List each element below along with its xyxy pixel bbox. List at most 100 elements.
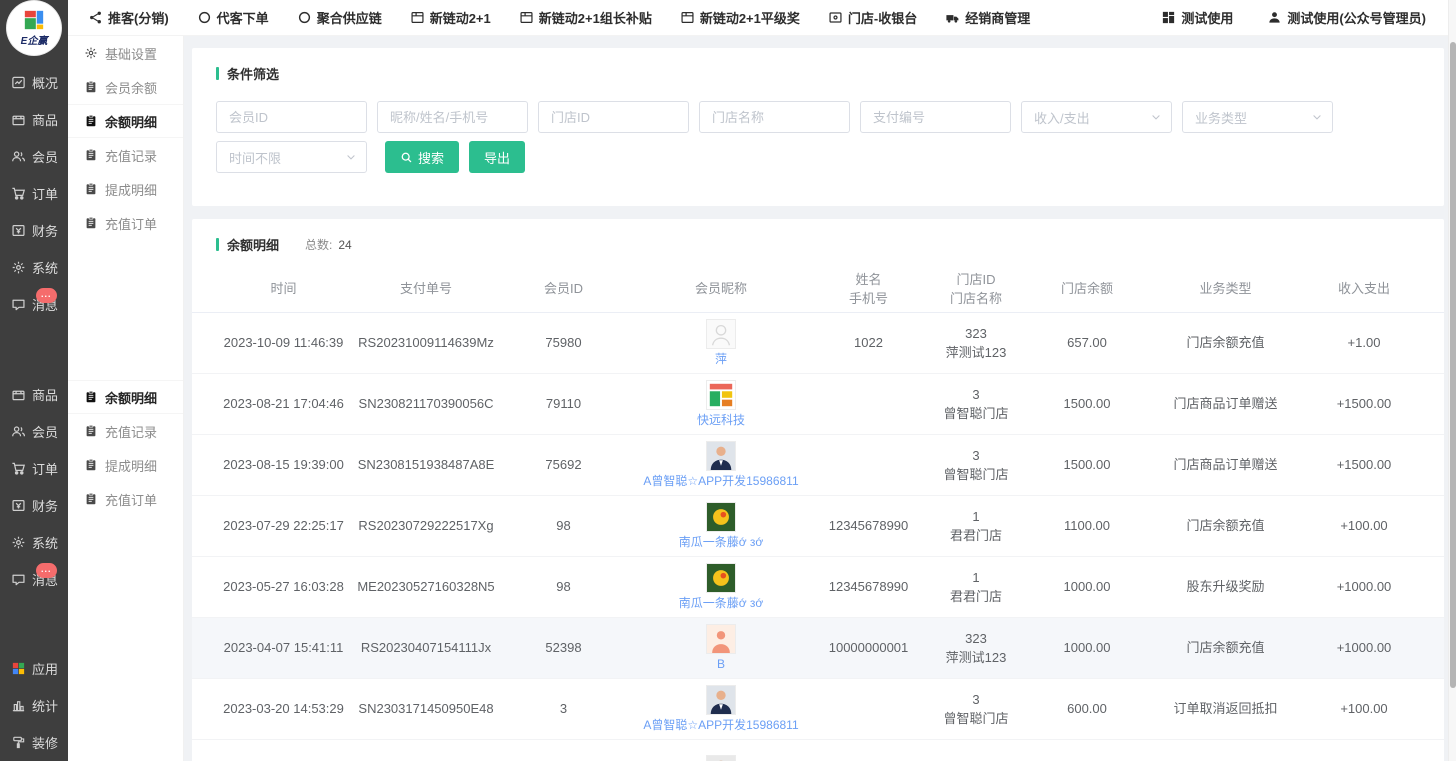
- subsidebar-item-label: 余额明细: [105, 388, 157, 407]
- member-nickname-link[interactable]: A曾智聪☆APP开发15986811: [643, 718, 798, 732]
- sidebar-item-apps[interactable]: 应用: [0, 650, 68, 687]
- sidebar-item-system[interactable]: 系统: [0, 249, 68, 286]
- member-nickname-link[interactable]: 萍: [715, 352, 727, 366]
- income-expense-select[interactable]: 收入/支出: [1021, 101, 1172, 133]
- subsidebar-item-recharge-orders[interactable]: 充值订单: [68, 482, 183, 516]
- ring-icon: [297, 10, 312, 25]
- topbar-menu-item[interactable]: 推客(分销): [88, 8, 169, 27]
- subsidebar-item-commission-detail[interactable]: 提成明细: [68, 172, 183, 206]
- topbar-menu-item[interactable]: 新链动2+1: [410, 8, 491, 27]
- app-logo[interactable]: E企赢: [7, 1, 61, 55]
- cell-payment-no: ME20230527160328N5: [351, 577, 501, 597]
- topbar-menu-item[interactable]: 门店-收银台: [828, 8, 917, 27]
- cell-store: 3曾智聪门店: [921, 385, 1031, 424]
- time-range-select[interactable]: 时间不限: [216, 141, 367, 173]
- cell-member-nickname: 快远科技: [626, 380, 816, 427]
- total-label: 总数:: [305, 236, 332, 253]
- topbar-menu-item[interactable]: 经销商管理: [945, 8, 1030, 27]
- unread-badge: ...: [36, 563, 57, 578]
- subsidebar-item-recharge-records[interactable]: 充值记录: [68, 138, 183, 172]
- sidebar-item-finance[interactable]: 财务: [0, 212, 68, 249]
- monitor-icon: [828, 10, 843, 25]
- scrollbar-thumb[interactable]: [1450, 42, 1456, 688]
- cell-name-phone: 12345678990: [816, 516, 921, 536]
- topbar-menu-item[interactable]: 新链动2+1平级奖: [680, 8, 800, 27]
- topbar-account-item[interactable]: 测试使用: [1161, 8, 1233, 27]
- sidebar-item-orders[interactable]: 订单: [0, 450, 68, 487]
- cell-income-expense: +100.00: [1308, 699, 1420, 719]
- sidebar-item-members[interactable]: 会员: [0, 138, 68, 175]
- secondary-sidebar-group: 余额明细充值记录提成明细充值订单: [68, 380, 183, 516]
- wallet-icon: [11, 223, 26, 238]
- sidebar-item-label: 统计: [32, 696, 58, 715]
- export-button[interactable]: 导出: [469, 141, 525, 173]
- sidebar-item-system[interactable]: 系统: [0, 524, 68, 561]
- clipboard-icon: [84, 216, 98, 230]
- sidebar-item-overview[interactable]: 概况: [0, 64, 68, 101]
- sidebar-item-stats[interactable]: 统计: [0, 687, 68, 724]
- subsidebar-item-balance-detail[interactable]: 余额明细: [68, 380, 183, 414]
- sidebar-item-orders[interactable]: 订单: [0, 175, 68, 212]
- logo-text: E企赢: [21, 32, 48, 47]
- chat-icon: [11, 572, 26, 587]
- clipboard-icon: [84, 492, 98, 506]
- topbar-menu-item[interactable]: 代客下单: [197, 8, 269, 27]
- sidebar-item-decorate[interactable]: 装修: [0, 724, 68, 761]
- cell-time: 2023-08-21 17:04:46: [216, 394, 351, 414]
- sidebar-item-label: 商品: [32, 110, 58, 129]
- column-header: 会员ID: [501, 279, 626, 299]
- users-icon: [11, 424, 26, 439]
- cell-business-type: 门店余额充值: [1143, 638, 1308, 658]
- wallet-icon: [11, 498, 26, 513]
- subsidebar-item-balance-detail[interactable]: 余额明细: [68, 104, 183, 138]
- table-row: 2023-10-09 11:46:39RS20231009114639Mz759…: [192, 313, 1444, 374]
- topbar-account-item[interactable]: 测试使用(公众号管理员): [1267, 8, 1426, 27]
- scrollbar: [1448, 0, 1456, 761]
- sidebar-item-finance[interactable]: 财务: [0, 487, 68, 524]
- ring-icon: [197, 10, 212, 25]
- column-header-line1: 时间: [270, 279, 296, 299]
- member-nickname-link[interactable]: 南瓜一条藤ớ зớ: [679, 596, 764, 610]
- subsidebar-item-recharge-records[interactable]: 充值记录: [68, 414, 183, 448]
- payment-no-input[interactable]: [860, 101, 1011, 133]
- clipboard-icon: [84, 148, 98, 162]
- cell-member-id: 3: [501, 699, 626, 719]
- cell-store-balance: 1000.00: [1031, 577, 1143, 597]
- member-nickname-link[interactable]: 快远科技: [697, 413, 745, 427]
- member-nickname-link[interactable]: B: [717, 657, 725, 671]
- business-type-select[interactable]: 业务类型: [1182, 101, 1333, 133]
- nickname-name-phone-input[interactable]: [377, 101, 528, 133]
- search-button-label: 搜索: [418, 148, 444, 167]
- clipboard-icon: [84, 80, 98, 94]
- store-id-input[interactable]: [538, 101, 689, 133]
- sidebar-item-members[interactable]: 会员: [0, 413, 68, 450]
- search-button[interactable]: 搜索: [385, 141, 459, 173]
- sidebar-item-messages[interactable]: 消息...: [0, 561, 68, 598]
- subsidebar-item-member-balance[interactable]: 会员余额: [68, 70, 183, 104]
- cell-business-type: 门店余额充值: [1143, 516, 1308, 536]
- column-header-line1: 门店余额: [1061, 279, 1113, 299]
- sidebar-item-messages[interactable]: 消息...: [0, 286, 68, 323]
- member-nickname-link[interactable]: 南瓜一条藤ớ зớ: [679, 535, 764, 549]
- store-name: 君君门店: [921, 587, 1031, 607]
- cell-name-phone: 10000000001: [816, 638, 921, 658]
- subsidebar-item-label: 充值订单: [105, 490, 157, 509]
- member-nickname-link[interactable]: A曾智聪☆APP开发15986811: [643, 474, 798, 488]
- cell-income-expense: +1000.00: [1308, 577, 1420, 597]
- sidebar-item-label: 会员: [32, 147, 58, 166]
- sidebar-item-goods[interactable]: 商品: [0, 376, 68, 413]
- bars-icon: [11, 698, 26, 713]
- store-name-input[interactable]: [699, 101, 850, 133]
- balance-detail-card: 余额明细 总数: 24 时间支付单号会员ID会员昵称姓名手机号门店ID门店名称门…: [192, 219, 1444, 761]
- subsidebar-item-recharge-orders[interactable]: 充值订单: [68, 206, 183, 240]
- topbar-menu-item[interactable]: 聚合供应链: [297, 8, 382, 27]
- subsidebar-item-commission-detail[interactable]: 提成明细: [68, 448, 183, 482]
- subsidebar-item-basic-settings[interactable]: 基础设置: [68, 36, 183, 70]
- sidebar-item-goods[interactable]: 商品: [0, 101, 68, 138]
- cell-store: 323萍测试123: [921, 324, 1031, 363]
- box-icon: [11, 387, 26, 402]
- topbar-menu-item[interactable]: 新链动2+1组长补贴: [519, 8, 652, 27]
- cell-member-id: 52398: [501, 638, 626, 658]
- member-id-input[interactable]: [216, 101, 367, 133]
- sidebar-item-label: 会员: [32, 422, 58, 441]
